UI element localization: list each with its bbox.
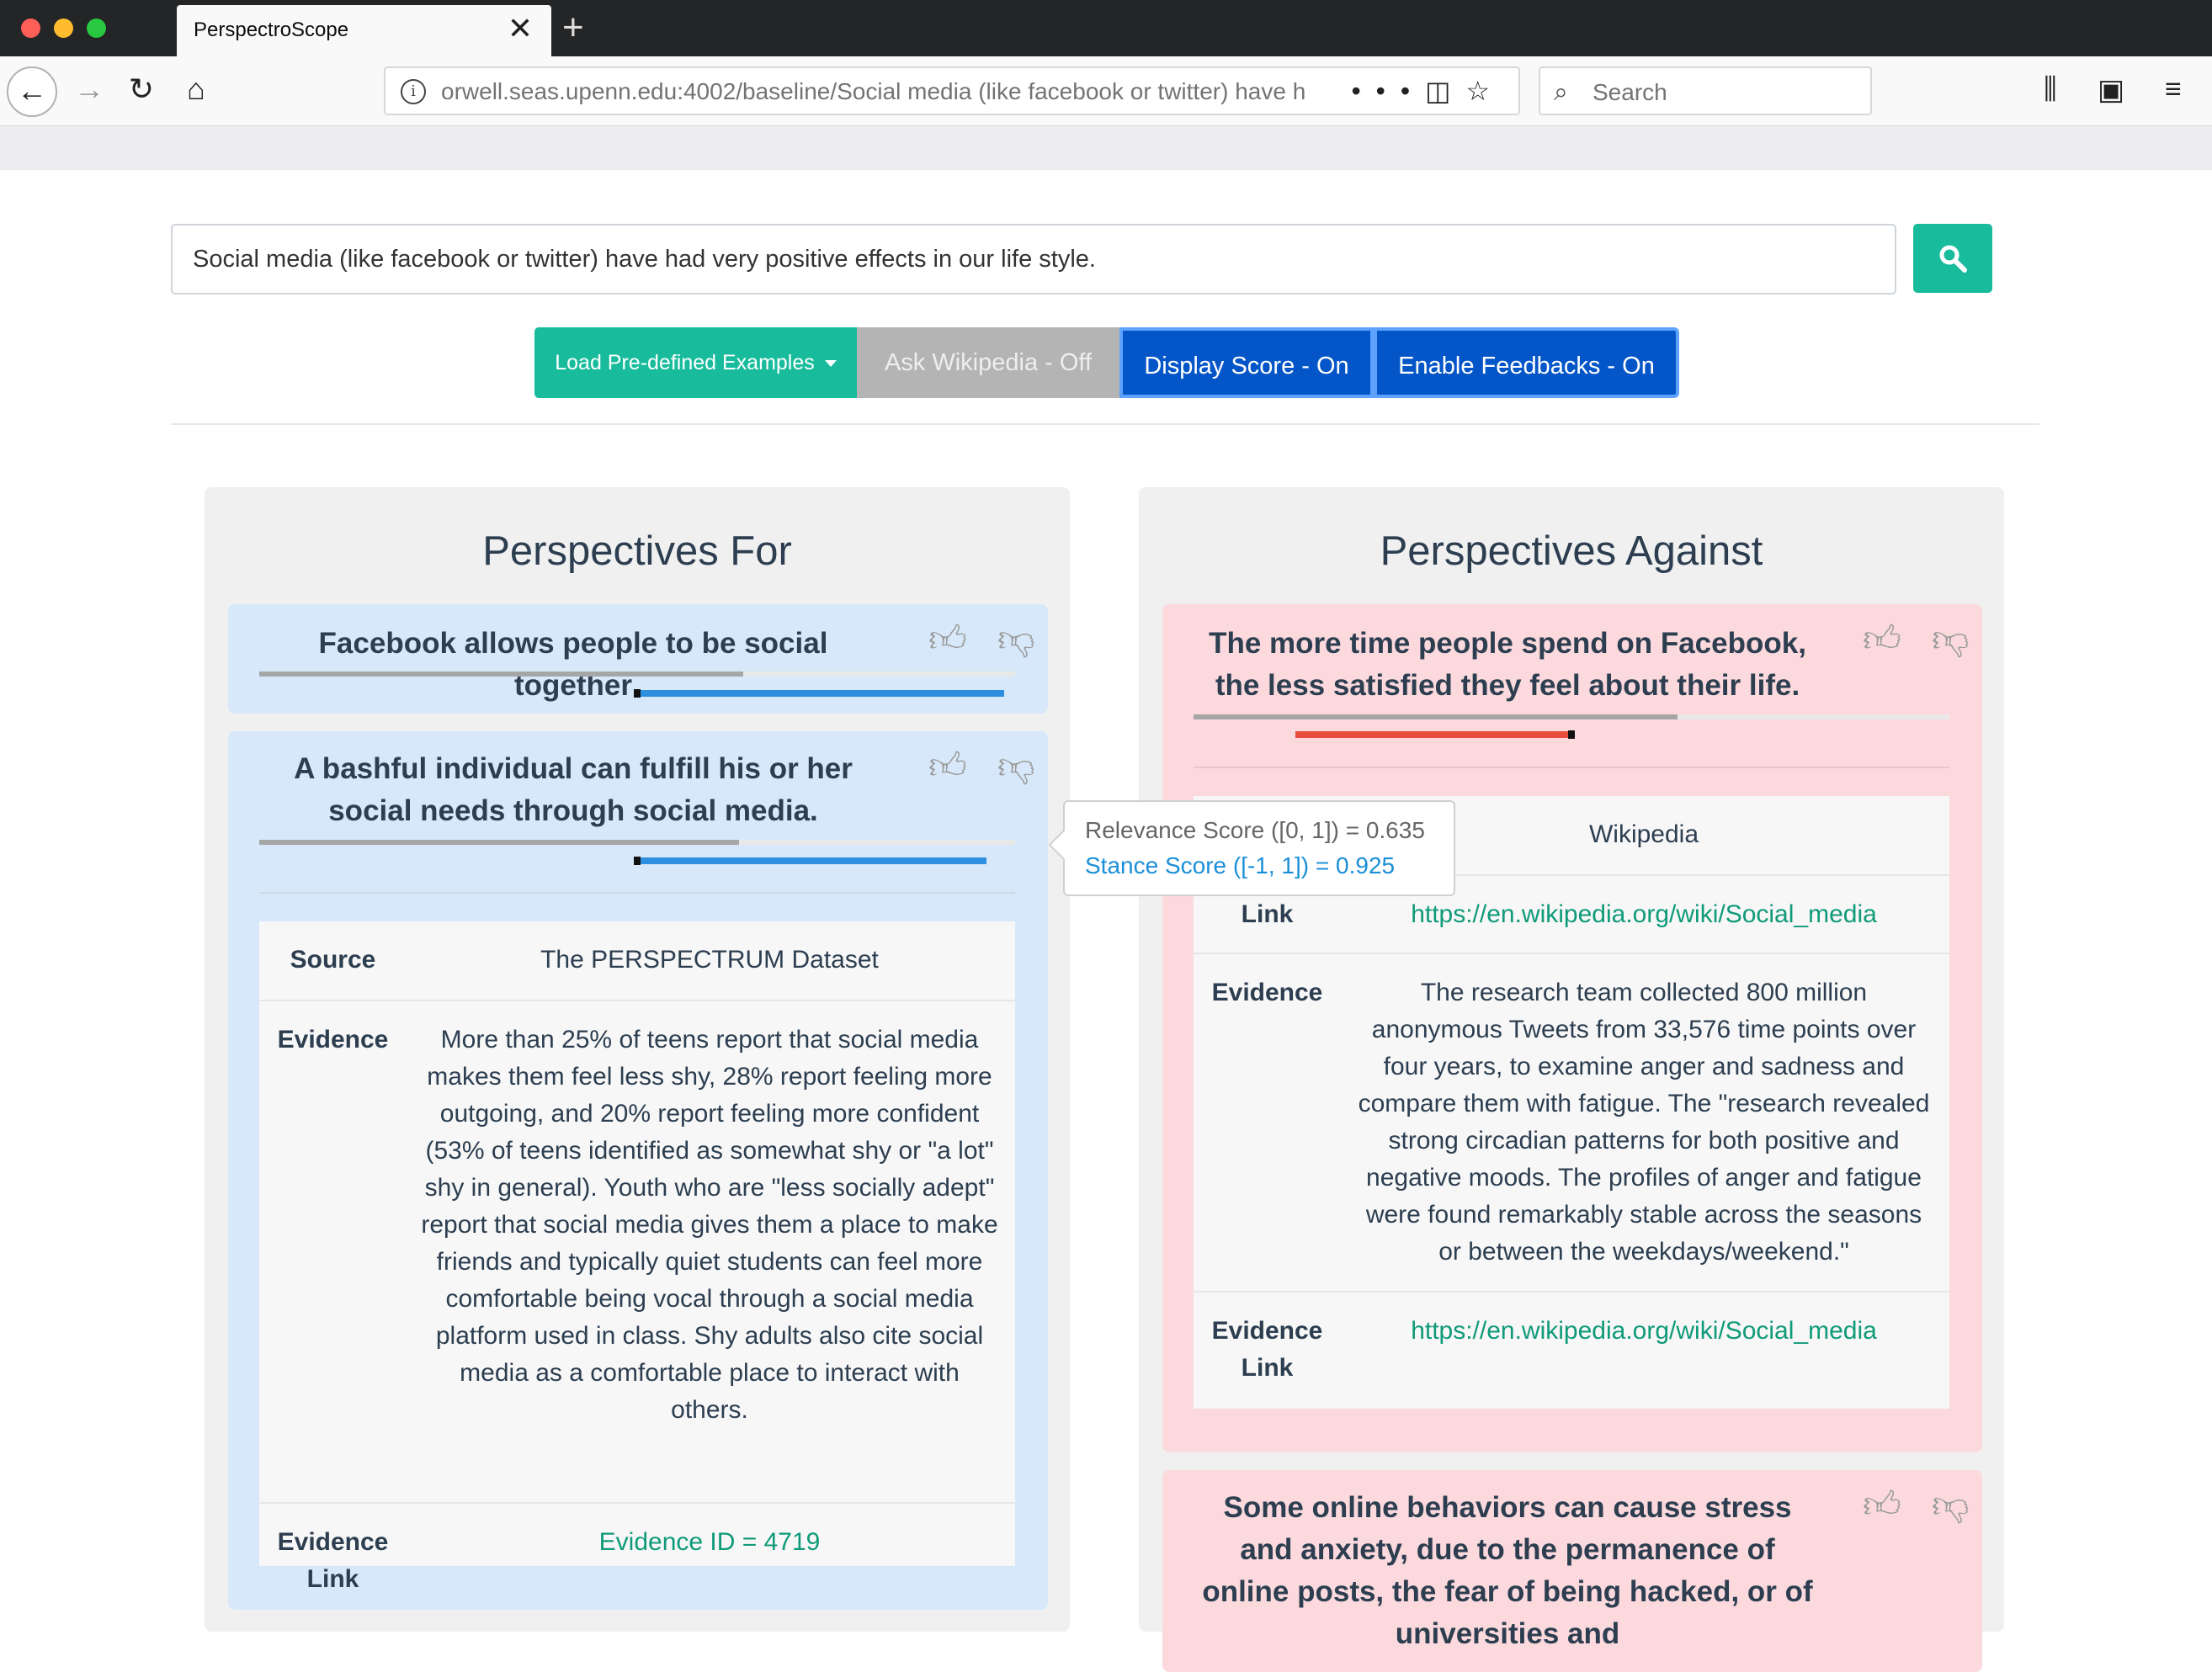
perspectives-for-title: Perspectives For — [482, 528, 792, 574]
close-tab-icon[interactable]: ✕ — [508, 12, 533, 45]
evidence-link-label: Evidence Link — [1211, 1317, 1323, 1382]
card-divider — [1194, 767, 1949, 768]
relevance-score-bar — [259, 840, 1015, 845]
stance-score-fill — [637, 690, 1004, 697]
relevance-score-bar — [1194, 714, 1949, 719]
thumbs-up-icon[interactable]: 👍︎ — [928, 621, 967, 658]
browser-toolbar: ← → ↻ ⌂ i orwell.seas.upenn.edu:4002/bas… — [0, 56, 2212, 126]
search-icon: ⌕ — [1554, 78, 1568, 106]
link-label: Link — [1241, 900, 1294, 928]
search-button[interactable] — [1913, 224, 1992, 293]
stance-score-bar — [259, 689, 1015, 698]
relevance-score-fill — [259, 671, 743, 677]
stance-zero-marker — [634, 857, 641, 865]
perspective-card[interactable]: Some online behaviors can cause stress a… — [1162, 1470, 1982, 1672]
url-text[interactable]: orwell.seas.upenn.edu:4002/baseline/Soci… — [441, 78, 1392, 105]
minimize-window-button[interactable] — [54, 19, 73, 38]
evidence-link-row: Evidence Link Evidence ID = 4719 — [259, 1502, 1015, 1593]
evidence-row: Evidence More than 25% of teens report t… — [259, 1000, 1015, 1504]
perspective-card[interactable]: A bashful individual can fulfill his or … — [228, 731, 1048, 1610]
evidence-text: More than 25% of teens report that socia… — [421, 1026, 998, 1424]
ask-wikipedia-toggle[interactable]: Ask Wikipedia - Off — [857, 327, 1119, 398]
page-actions-icons[interactable]: •••◫☆ — [1351, 75, 1505, 107]
display-score-toggle[interactable]: Display Score - On — [1119, 327, 1374, 398]
maximize-window-button[interactable] — [87, 19, 106, 38]
library-icon[interactable]: ⫼ — [2044, 73, 2057, 106]
relevance-score-fill — [1194, 714, 1678, 719]
perspective-claim: A bashful individual can fulfill his or … — [294, 752, 853, 827]
thumbs-down-icon[interactable]: 👎︎ — [997, 748, 1035, 785]
evidence-link-label: Evidence Link — [277, 1528, 389, 1593]
stance-zero-marker — [634, 689, 641, 698]
perspective-claim: The more time people spend on Facebook, … — [1209, 627, 1806, 702]
stance-score-bar — [259, 857, 1015, 865]
relevance-score-bar — [259, 671, 1015, 677]
thumbs-up-icon[interactable]: 👍︎ — [1863, 1487, 1901, 1524]
query-input[interactable]: Social media (like facebook or twitter) … — [171, 224, 1896, 295]
home-button[interactable]: ⌂ — [173, 66, 220, 114]
card-divider — [259, 892, 1015, 894]
load-examples-button[interactable]: Load Pre-defined Examples — [534, 327, 857, 398]
perspective-card[interactable]: Facebook allows people to be social toge… — [228, 604, 1048, 714]
address-bar[interactable]: i orwell.seas.upenn.edu:4002/baseline/So… — [384, 66, 1520, 115]
stance-score-fill — [637, 857, 987, 864]
evidence-details: Source The PERSPECTRUM Dataset Evidence … — [259, 921, 1015, 1593]
divider — [171, 423, 2039, 425]
thumbs-down-icon[interactable]: 👎︎ — [997, 621, 1035, 658]
thumbs-up-icon[interactable]: 👍︎ — [928, 748, 967, 785]
tab-title: PerspectroScope — [194, 19, 349, 41]
stance-score-fill — [1295, 731, 1571, 738]
source-value: The PERSPECTRUM Dataset — [540, 946, 879, 974]
dropdown-caret-icon — [824, 360, 837, 368]
close-window-button[interactable] — [21, 19, 40, 38]
enable-feedbacks-toggle[interactable]: Enable Feedbacks - On — [1374, 327, 1679, 398]
search-placeholder: Search — [1593, 79, 1667, 105]
evidence-text: The research team collected 800 million … — [1358, 979, 1930, 1266]
new-tab-button[interactable]: + — [562, 7, 584, 49]
bookmarks-strip — [0, 126, 2212, 170]
reload-button[interactable]: ↻ — [118, 66, 165, 114]
evidence-id-link[interactable]: Evidence ID = 4719 — [419, 1524, 1000, 1561]
relevance-score-text: Relevance Score ([0, 1]) = 0.635 — [1085, 817, 1425, 843]
perspective-card[interactable]: The more time people spend on Facebook, … — [1162, 604, 1982, 1452]
score-tooltip: Relevance Score ([0, 1]) = 0.635 Stance … — [1048, 800, 1455, 896]
back-button[interactable]: ← — [7, 66, 57, 117]
evidence-label: Evidence — [277, 1026, 389, 1054]
stance-score-text: Stance Score ([-1, 1]) = 0.925 — [1085, 852, 1396, 878]
relevance-score-fill — [259, 840, 740, 845]
source-label: Source — [290, 946, 376, 974]
search-icon — [1939, 245, 1967, 273]
thumbs-down-icon[interactable]: 👎︎ — [1932, 1487, 1970, 1524]
browser-search-bar[interactable]: ⌕ Search — [1539, 66, 1872, 115]
source-link[interactable]: https://en.wikipedia.org/wiki/Social_med… — [1353, 896, 1934, 933]
evidence-row: Evidence The research team collected 800… — [1194, 953, 1949, 1292]
sidebar-icon[interactable]: ▣ — [2098, 73, 2124, 107]
evidence-label: Evidence — [1211, 979, 1323, 1006]
load-examples-label: Load Pre-defined Examples — [555, 351, 815, 374]
perspectives-against-title: Perspectives Against — [1380, 528, 1763, 574]
forward-button[interactable]: → — [66, 66, 113, 114]
perspective-claim: Some online behaviors can cause stress a… — [1202, 1491, 1813, 1650]
thumbs-down-icon[interactable]: 👎︎ — [1932, 621, 1970, 658]
thumbs-up-icon[interactable]: 👍︎ — [1863, 621, 1901, 658]
stance-zero-marker — [1568, 730, 1575, 739]
menu-icon[interactable]: ≡ — [2165, 73, 2182, 106]
source-row: Source The PERSPECTRUM Dataset — [259, 921, 1015, 1000]
browser-tab[interactable]: PerspectroScope ✕ — [177, 5, 551, 56]
browser-titlebar: PerspectroScope ✕ + — [0, 0, 2212, 56]
evidence-link-row: Evidence Link https://en.wikipedia.org/w… — [1194, 1291, 1949, 1410]
evidence-link[interactable]: https://en.wikipedia.org/wiki/Social_med… — [1353, 1313, 1934, 1350]
stance-score-bar — [1194, 730, 1949, 739]
site-info-icon[interactable]: i — [401, 79, 426, 104]
